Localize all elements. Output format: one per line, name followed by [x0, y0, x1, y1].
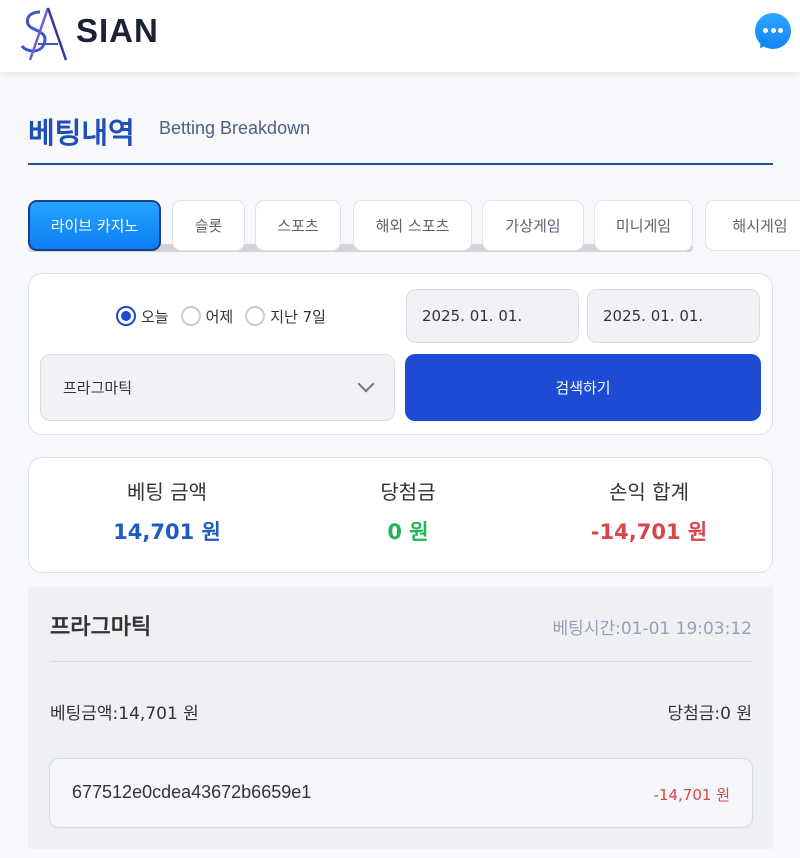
- record-profit-amount: -14,701 원: [653, 786, 730, 804]
- period-radio-group: 오늘 어제 지난 7일: [116, 305, 338, 327]
- summary-bet-value: 14,701 원: [113, 520, 221, 544]
- radio-checked-icon[interactable]: [116, 306, 136, 326]
- search-button[interactable]: 검색하기: [405, 354, 761, 421]
- radio-last-7-days-label: 지난 7일: [270, 307, 326, 326]
- radio-last-7-days[interactable]: 지난 7일: [245, 306, 326, 327]
- tab-overseas-sports[interactable]: 해외 스포츠: [353, 200, 472, 251]
- title-divider: [28, 163, 773, 165]
- record-bet-time: 베팅시간:01-01 19:03:12: [552, 619, 752, 639]
- radio-unchecked-icon[interactable]: [180, 306, 201, 326]
- tab-hash-game[interactable]: 해시게임: [705, 200, 800, 251]
- summary-win-value: 0 원: [387, 520, 429, 544]
- summary-bet: 베팅 금액 14,701 원: [52, 478, 282, 546]
- summary-profit: 손익 합계 -14,701 원: [534, 478, 764, 546]
- summary-win: 당첨금 0 원: [293, 478, 523, 546]
- date-from-input[interactable]: 2025. 01. 01.: [406, 289, 579, 343]
- radio-yesterday[interactable]: 어제: [180, 306, 234, 327]
- summary-bet-label: 베팅 금액: [127, 480, 207, 504]
- page-title: 베팅내역: [28, 116, 135, 150]
- summary-profit-label: 손익 합계: [609, 480, 689, 504]
- page-subtitle: Betting Breakdown: [159, 118, 311, 138]
- summary-win-label: 당첨금: [380, 480, 436, 504]
- provider-select[interactable]: 프라그마틱: [40, 354, 395, 421]
- record-win-amount: 당첨금:0 원: [667, 704, 752, 724]
- tab-mini-game[interactable]: 미니게임: [594, 200, 693, 251]
- radio-yesterday-label: 어제: [205, 307, 234, 326]
- chat-bubble-icon[interactable]: [755, 13, 791, 52]
- radio-today-label: 오늘: [141, 307, 169, 326]
- top-header: SIAN: [0, 0, 800, 72]
- tab-live-casino[interactable]: 라이브 카지노: [28, 200, 161, 251]
- logo-text[interactable]: SIAN: [76, 12, 159, 50]
- date-to-input[interactable]: 2025. 01. 01.: [587, 289, 760, 343]
- tab-slot[interactable]: 슬롯: [172, 200, 245, 251]
- radio-unchecked-icon[interactable]: [245, 306, 266, 326]
- tab-sports[interactable]: 스포츠: [255, 200, 341, 251]
- sian-logo-icon[interactable]: [18, 4, 72, 62]
- category-tabs: 라이브 카지노 슬롯 스포츠 해외 스포츠 가상게임 미니게임 해시게임: [28, 200, 800, 252]
- tab-virtual-game[interactable]: 가상게임: [482, 200, 584, 251]
- summary-profit-value: -14,701 원: [590, 520, 708, 544]
- record-bet-amount: 베팅금액:14,701 원: [50, 704, 199, 724]
- record-provider: 프라그마틱: [50, 615, 152, 640]
- record-divider: [50, 661, 752, 662]
- record-hash: 677512e0cdea43672b6659e1: [72, 782, 312, 802]
- radio-today[interactable]: 오늘: [116, 306, 169, 327]
